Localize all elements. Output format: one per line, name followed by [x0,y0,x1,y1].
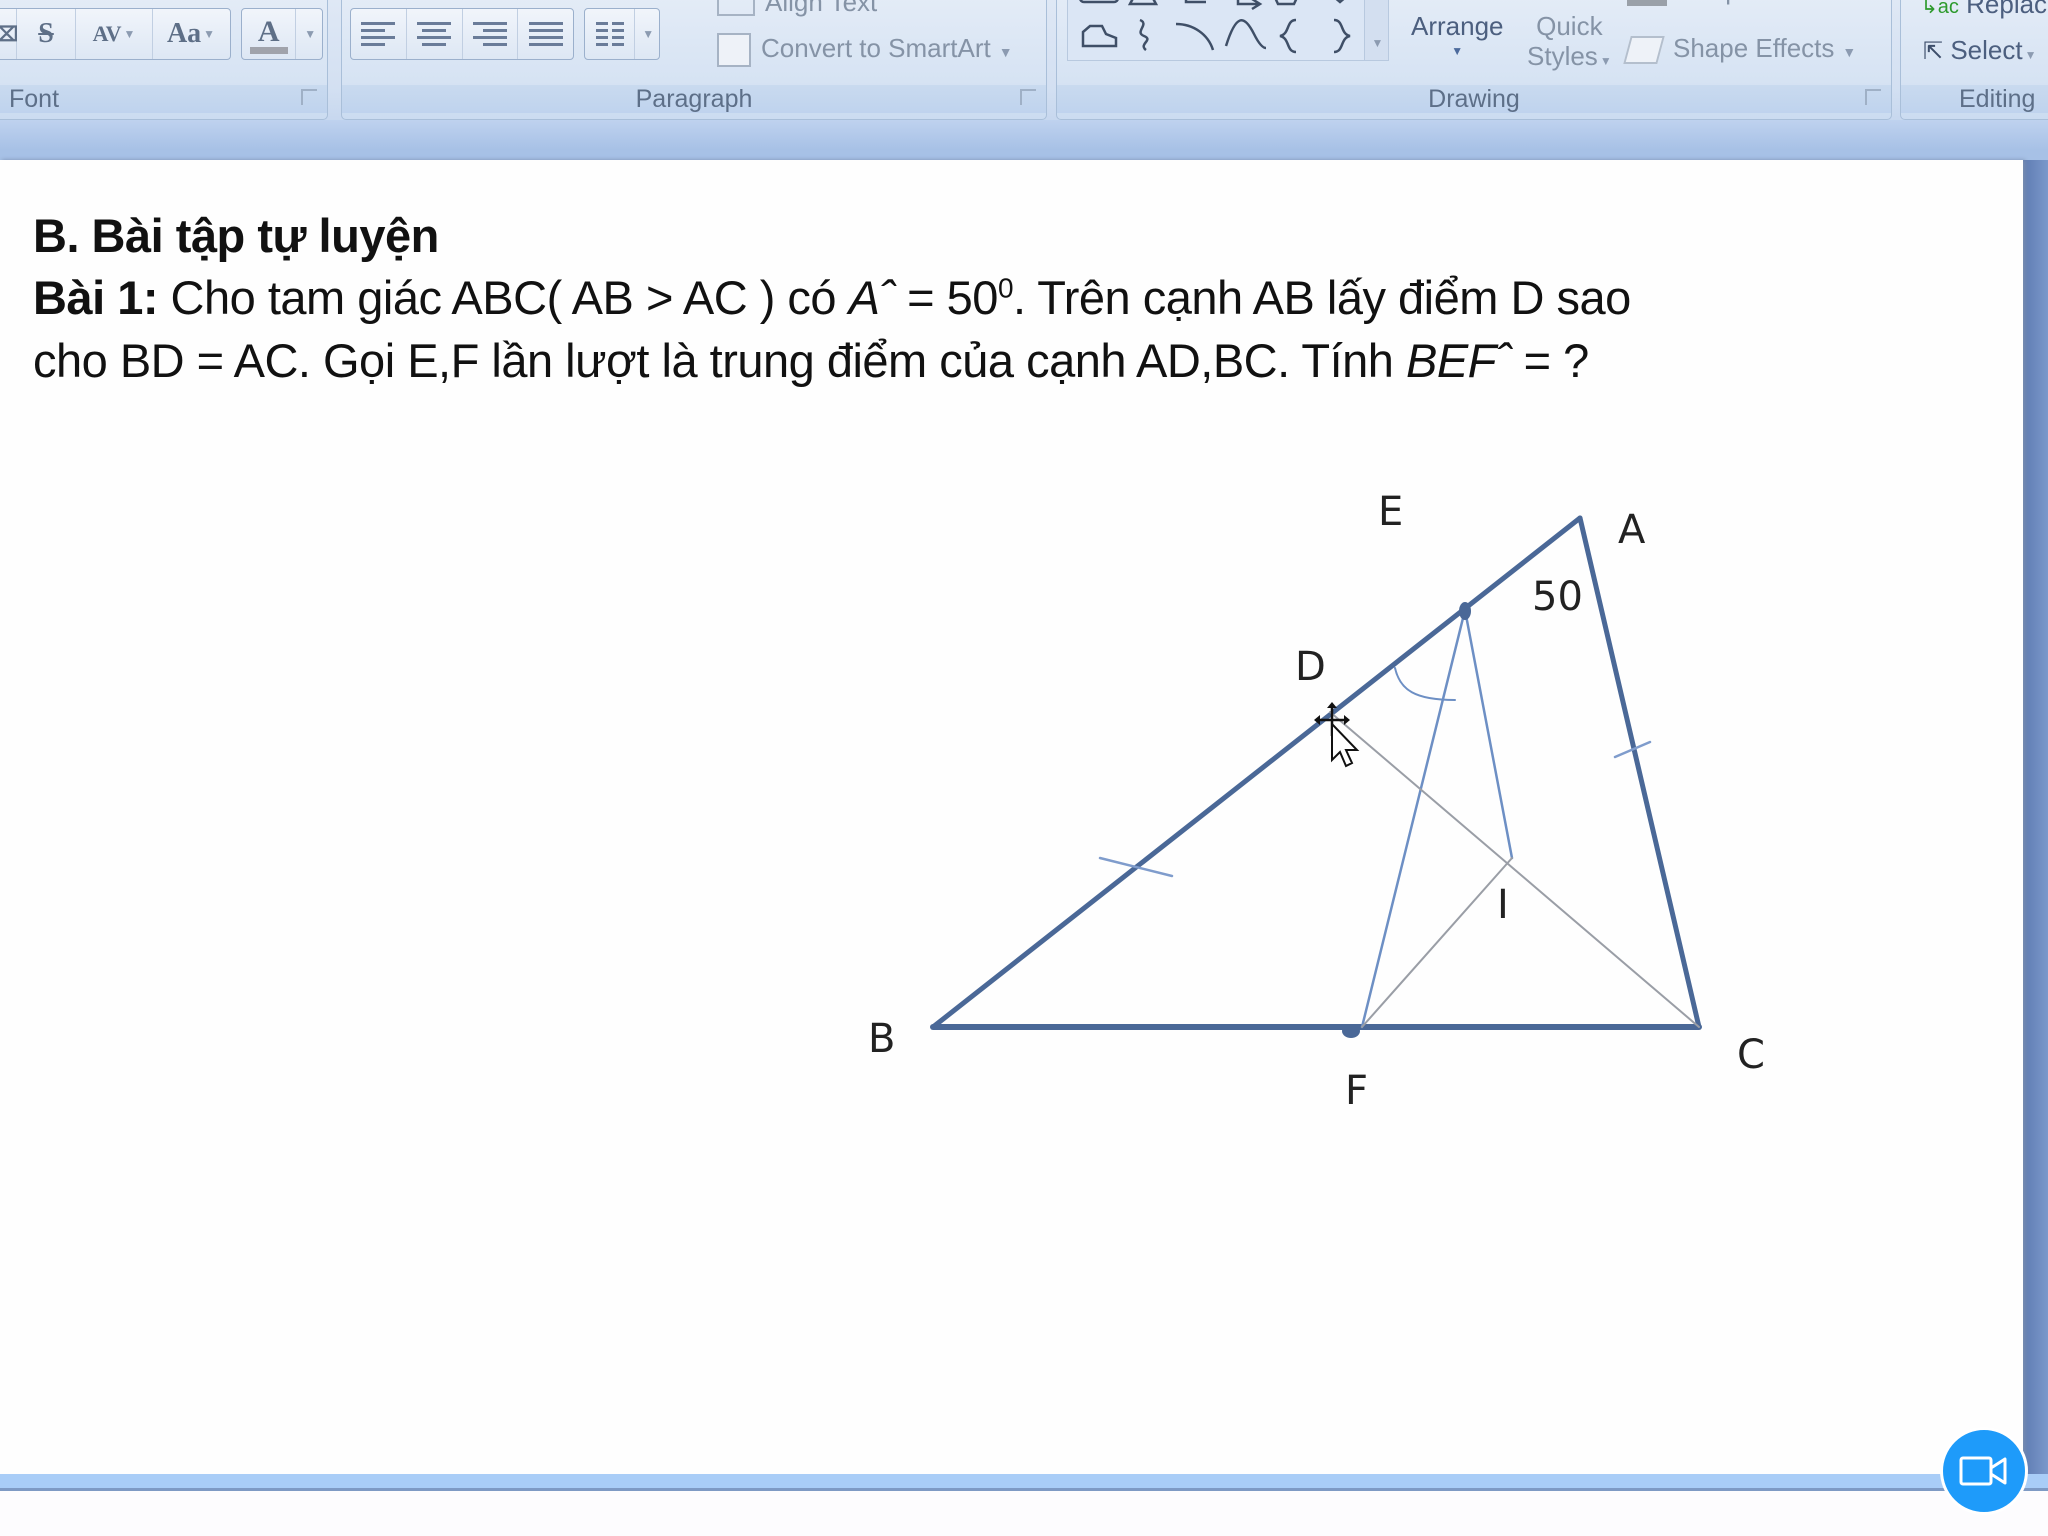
point-e-marker [1459,602,1471,620]
label-e: E [1378,489,1403,535]
segment-fi [1361,857,1513,1028]
label-a: A [1618,507,1646,553]
segment-ei [1463,608,1514,860]
point-f-marker [1342,1024,1360,1038]
label-d: D [1295,644,1326,690]
side-ab [930,515,1583,1030]
geometry-figure[interactable]: E A 50 D B C F I [0,0,2048,1536]
label-c: C [1737,1032,1765,1078]
video-camera-icon [1959,1456,2007,1486]
label-b: B [868,1016,895,1062]
label-angle-50: 50 [1532,574,1583,620]
label-i: I [1497,882,1509,928]
segment-ef [1360,608,1467,1029]
label-f: F [1345,1068,1368,1114]
segment-dc [1329,711,1700,1028]
tick-mark-bd [1098,856,1174,878]
record-video-button[interactable] [1940,1427,2028,1515]
side-ac [1577,515,1702,1030]
